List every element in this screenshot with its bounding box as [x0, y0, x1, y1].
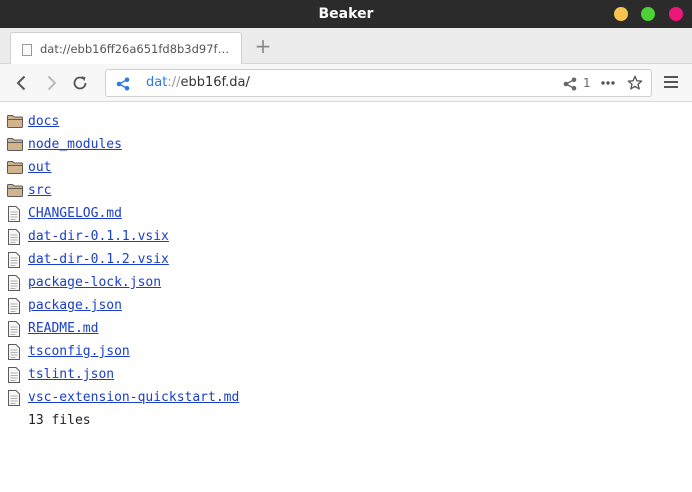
file-icon: [8, 367, 20, 383]
peer-count: 1: [583, 76, 591, 90]
chevron-left-icon: [16, 75, 26, 91]
file-icon: [8, 206, 20, 222]
file-icon-wrap: [7, 275, 21, 295]
file-icon: [8, 390, 20, 406]
file-icon: [8, 275, 20, 291]
share-icon[interactable]: [116, 77, 130, 91]
folder-link[interactable]: out: [28, 156, 51, 179]
file-icon: [8, 298, 20, 314]
peers-icon[interactable]: [563, 76, 577, 92]
url-separator: ://: [167, 75, 181, 90]
folder-list: docs node_modules out src: [7, 110, 677, 202]
folder-link[interactable]: node_modules: [28, 133, 122, 156]
file-link[interactable]: dat-dir-0.1.2.vsix: [28, 248, 169, 271]
file-icon-wrap: [7, 344, 21, 364]
url-text[interactable]: dat://ebb16f.da/: [146, 70, 250, 96]
minimize-button[interactable]: [614, 7, 628, 21]
url-protocol: dat: [146, 75, 168, 90]
file-entry: vsc-extension-quickstart.md: [7, 386, 677, 409]
tab-strip: dat://ebb16ff26a651fd8b3d97f4c...: [0, 28, 692, 65]
file-icon-wrap: [7, 206, 21, 226]
window-title: Beaker: [318, 6, 374, 22]
folder-icon-wrap: [7, 160, 23, 178]
file-link[interactable]: package.json: [28, 294, 122, 317]
folder-link[interactable]: src: [28, 179, 51, 202]
file-list: CHANGELOG.md dat-dir-0.1.1.vsix dat-dir-0.…: [7, 202, 677, 409]
maximize-button[interactable]: [641, 7, 655, 21]
tab-active[interactable]: dat://ebb16ff26a651fd8b3d97f4c...: [10, 32, 242, 65]
forward-button[interactable]: [38, 64, 64, 102]
folder-icon-wrap: [7, 137, 23, 155]
file-entry: dat-dir-0.1.2.vsix: [7, 248, 677, 271]
file-icon-wrap: [7, 298, 21, 318]
file-link[interactable]: README.md: [28, 317, 98, 340]
folder-entry: src: [7, 179, 677, 202]
close-button[interactable]: [669, 7, 683, 21]
file-count-summary: 13 files: [28, 413, 91, 428]
file-icon: [8, 252, 20, 268]
file-link[interactable]: dat-dir-0.1.1.vsix: [28, 225, 169, 248]
file-icon-wrap: [7, 367, 21, 387]
window-titlebar: Beaker: [0, 0, 692, 28]
address-bar[interactable]: dat://ebb16f.da/ 1: [105, 69, 652, 97]
file-icon: [8, 321, 20, 337]
file-link[interactable]: tslint.json: [28, 363, 114, 386]
folder-entry: out: [7, 156, 677, 179]
file-icon: [8, 344, 20, 360]
file-entry: CHANGELOG.md: [7, 202, 677, 225]
folder-icon-wrap: [7, 183, 23, 201]
file-entry: package-lock.json: [7, 271, 677, 294]
folder-link[interactable]: docs: [28, 110, 59, 133]
file-entry: package.json: [7, 294, 677, 317]
file-link[interactable]: package-lock.json: [28, 271, 161, 294]
page-icon: [22, 44, 32, 56]
folder-icon: [7, 161, 23, 174]
folder-icon: [7, 184, 23, 197]
folder-entry: node_modules: [7, 133, 677, 156]
nav-bar: dat://ebb16f.da/ 1: [0, 64, 692, 102]
file-icon: [8, 229, 20, 245]
folder-icon-wrap: [7, 114, 23, 132]
url-host: ebb16f.da/: [180, 75, 250, 90]
folder-icon: [7, 138, 23, 151]
back-button[interactable]: [9, 64, 35, 102]
file-icon-wrap: [7, 229, 21, 249]
menu-icon[interactable]: [663, 75, 679, 89]
more-icon[interactable]: [601, 81, 615, 85]
file-link[interactable]: vsc-extension-quickstart.md: [28, 386, 239, 409]
file-entry: tsconfig.json: [7, 340, 677, 363]
reload-button[interactable]: [67, 64, 93, 102]
chevron-right-icon: [47, 75, 57, 91]
folder-icon: [7, 115, 23, 128]
file-entry: dat-dir-0.1.1.vsix: [7, 225, 677, 248]
star-icon[interactable]: [627, 75, 643, 91]
folder-entry: docs: [7, 110, 677, 133]
file-icon-wrap: [7, 252, 21, 272]
new-tab-button[interactable]: +: [254, 36, 272, 56]
file-link[interactable]: tsconfig.json: [28, 340, 130, 363]
file-entry: README.md: [7, 317, 677, 340]
reload-icon: [73, 76, 87, 90]
file-icon-wrap: [7, 390, 21, 410]
file-link[interactable]: CHANGELOG.md: [28, 202, 122, 225]
file-entry: tslint.json: [7, 363, 677, 386]
directory-listing: docs node_modules out src CHANGELOG.md dat-d…: [7, 110, 677, 432]
file-icon-wrap: [7, 321, 21, 341]
tab-title: dat://ebb16ff26a651fd8b3d97f4c...: [40, 42, 236, 56]
